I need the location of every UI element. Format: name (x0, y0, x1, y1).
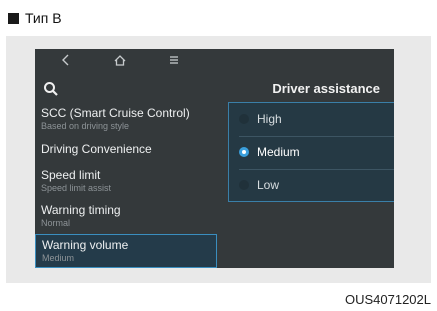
figure-panel: Driver assistance SCC (Smart Cruise Cont… (6, 36, 431, 283)
menu-item-sublabel: Medium (42, 253, 75, 263)
menu-item-label: Speed limit (41, 168, 101, 182)
infotainment-screen: Driver assistance SCC (Smart Cruise Cont… (35, 49, 394, 268)
warning-volume-options: High Medium Low (228, 102, 394, 202)
figure-code: OUS4071202L (344, 292, 431, 307)
menu-item-driving-convenience[interactable]: Driving Convenience (35, 142, 217, 162)
top-nav-bar (35, 49, 394, 71)
menu-item-sublabel: Speed limit assist (41, 183, 112, 193)
menu-item-label: SCC (Smart Cruise Control) (41, 106, 190, 120)
type-label-text: Тип B (25, 10, 62, 26)
menu-item-sublabel: Based on driving style (41, 121, 130, 131)
option-label: Medium (257, 145, 300, 159)
option-low[interactable]: Low (229, 169, 394, 202)
menu-item-sublabel: Normal (41, 218, 71, 228)
radio-button[interactable] (239, 114, 249, 124)
radio-button-selected[interactable] (239, 147, 249, 157)
menu-item-scc[interactable]: SCC (Smart Cruise Control) Based on driv… (35, 106, 217, 134)
back-icon[interactable] (57, 51, 75, 74)
menu-item-warning-timing[interactable]: Warning timing Normal (35, 203, 217, 231)
menu-item-speed-limit[interactable]: Speed limit Speed limit assist (35, 168, 217, 196)
menu-item-label: Driving Convenience (41, 142, 152, 156)
search-icon[interactable] (43, 81, 59, 97)
type-label: Тип B (8, 10, 62, 26)
option-medium[interactable]: Medium (229, 136, 394, 169)
option-label: High (257, 112, 282, 126)
page-title: Driver assistance (272, 81, 380, 96)
home-icon[interactable] (111, 51, 129, 74)
menu-item-label: Warning timing (41, 203, 121, 217)
type-square-icon (8, 12, 19, 24)
option-label: Low (257, 178, 280, 192)
menu-item-label: Warning volume (42, 238, 129, 252)
menu-icon[interactable] (165, 51, 183, 74)
option-high[interactable]: High (229, 103, 394, 136)
menu-item-warning-volume[interactable]: Warning volume Medium (35, 234, 217, 268)
radio-button[interactable] (239, 180, 249, 190)
